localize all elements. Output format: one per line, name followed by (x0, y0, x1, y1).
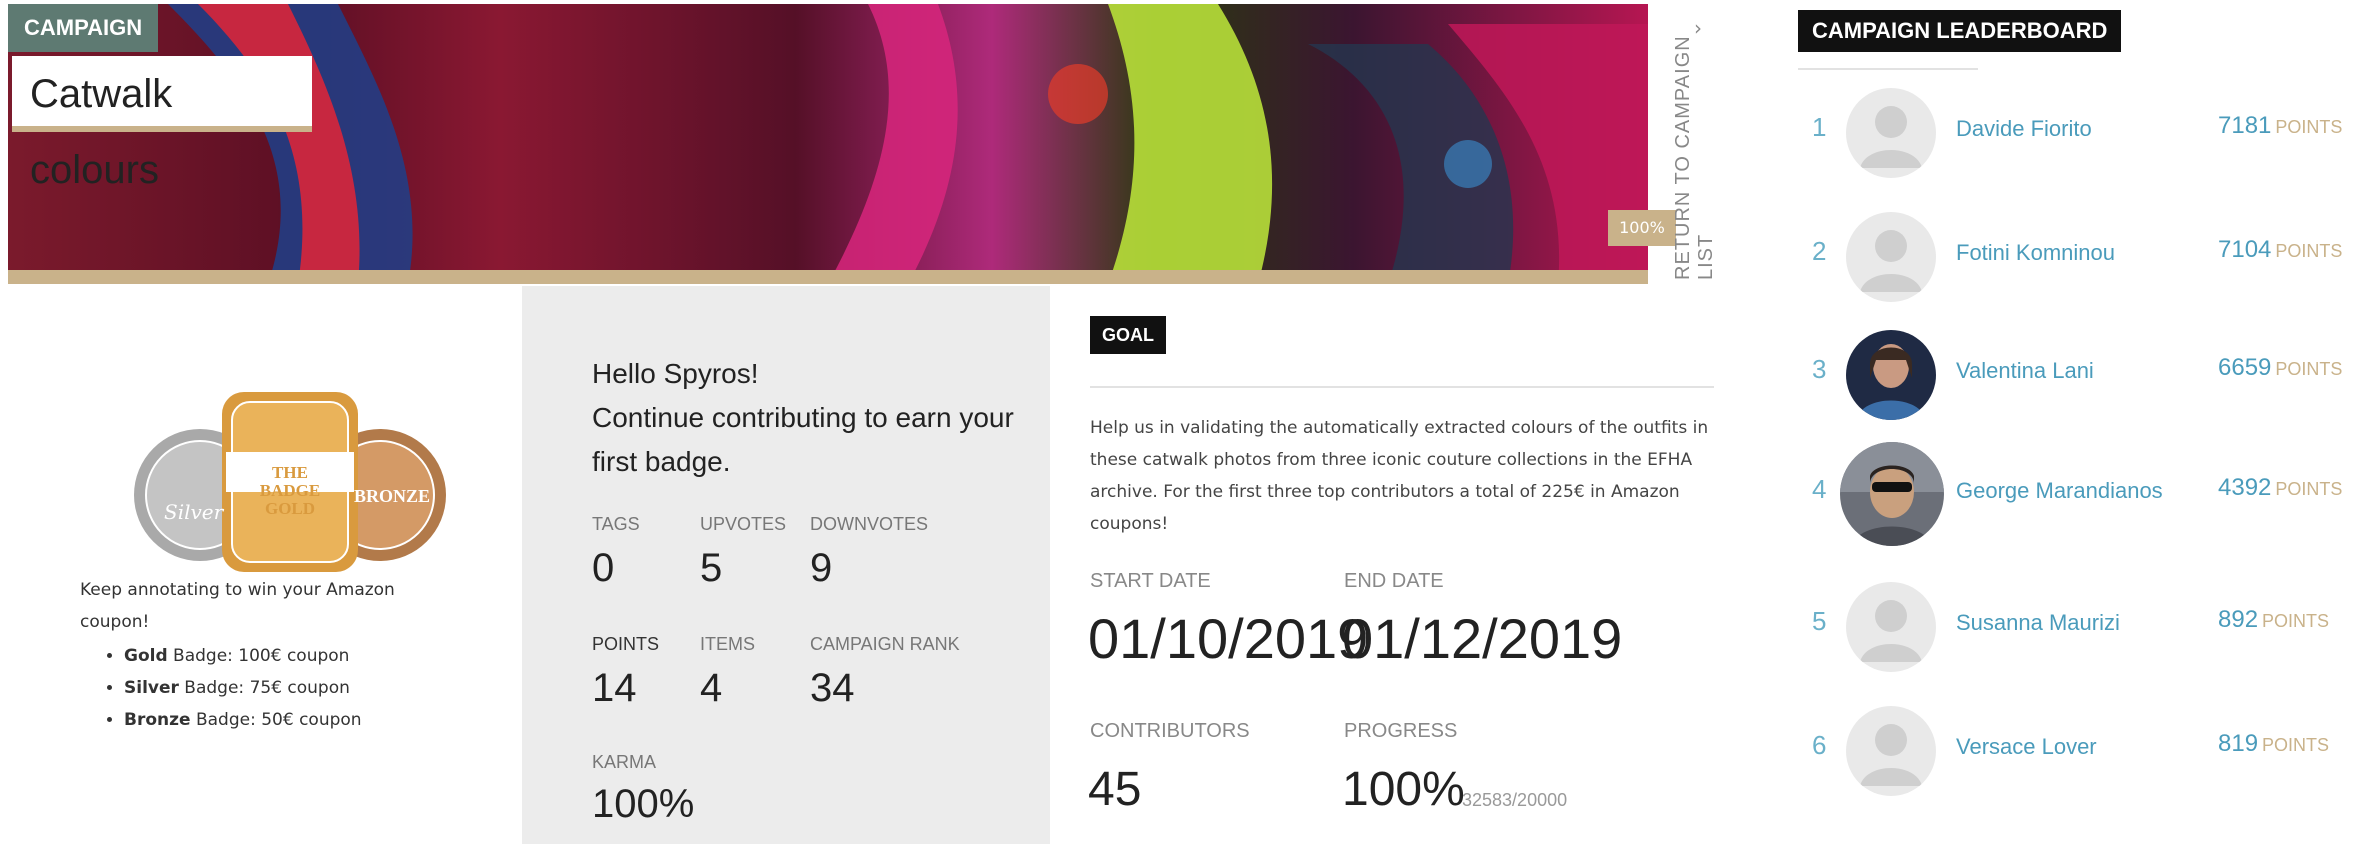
user-avatar-placeholder[interactable] (1846, 88, 1936, 178)
upvotes-label: UPVOTES (700, 514, 787, 534)
coupon-text: Badge: 50€ coupon (190, 710, 362, 730)
leaderboard-row: 1 Davide Fiorito 7181 POINTS (1798, 78, 2358, 188)
points-unit: POINTS (2262, 611, 2330, 631)
points-unit: POINTS (2275, 117, 2343, 137)
knit-texture-image (168, 4, 1648, 284)
user-greeting: Hello Spyros! (592, 358, 759, 389)
leaderboard-points: 4392 POINTS (2218, 474, 2342, 502)
coupon-list: Gold Badge: 100€ coupon Silver Badge: 75… (112, 640, 362, 736)
tags-value: 0 (592, 546, 615, 590)
campaign-rank-value: 34 (810, 666, 855, 710)
user-avatar-photo[interactable] (1840, 442, 1944, 546)
leaderboard-user-link[interactable]: Fotini Komninou (1956, 240, 2115, 266)
return-to-campaign-list-link[interactable]: RETURN TO CAMPAIGN LIST › (1672, 10, 1732, 285)
chevron-right-icon[interactable]: › (1694, 16, 1702, 40)
user-avatar-placeholder[interactable] (1846, 212, 1936, 302)
downvotes-value: 9 (810, 546, 833, 590)
leaderboard-user-link[interactable]: Versace Lover (1956, 734, 2097, 760)
campaign-rank-label: CAMPAIGN RANK (810, 634, 960, 654)
progress-value: 100% (1342, 763, 1465, 816)
leaderboard-row: 4 George Marandianos 4392 POINTS (1798, 440, 2358, 550)
leaderboard-points: 7181 POINTS (2218, 112, 2342, 140)
coupon-item: Silver Badge: 75€ coupon (124, 672, 362, 704)
points-number: 4392 (2218, 474, 2272, 501)
user-message: Continue contributing to earn your first… (592, 402, 1014, 477)
points-number: 7104 (2218, 236, 2272, 263)
banner-progress-bar (8, 270, 1648, 284)
leaderboard-points: 892 POINTS (2218, 606, 2329, 634)
items-value: 4 (700, 666, 723, 710)
karma-value: 100% (592, 782, 695, 826)
coupon-item: Bronze Badge: 50€ coupon (124, 704, 362, 736)
leaderboard-user-link[interactable]: Davide Fiorito (1956, 116, 2092, 142)
leaderboard-rank: 6 (1812, 730, 1827, 760)
bronze-badge-text: BRONZE (354, 486, 431, 506)
banner-progress-badge: 100% (1608, 210, 1676, 246)
badge-name: Gold (124, 646, 168, 666)
items-label: ITEMS (700, 634, 756, 654)
badge-name: Silver (124, 678, 179, 698)
goal-tag: GOAL (1090, 316, 1166, 354)
coupon-text: Badge: 100€ coupon (167, 646, 350, 666)
leaderboard-user-link[interactable]: George Marandianos (1956, 478, 2163, 504)
goal-description: Help us in validating the automatically … (1090, 418, 1709, 534)
points-unit: POINTS (2275, 479, 2343, 499)
coupon-item: Gold Badge: 100€ coupon (124, 640, 362, 672)
leaderboard-points: 819 POINTS (2218, 730, 2329, 758)
divider (1798, 68, 1978, 70)
leaderboard-user-link[interactable]: Susanna Maurizi (1956, 610, 2120, 636)
silver-badge-text: Silver (164, 500, 224, 524)
end-date-value: 01/12/2019 (1342, 607, 1623, 670)
points-number: 892 (2218, 606, 2259, 633)
points-value: 14 (592, 666, 637, 710)
leaderboard-user-link[interactable]: Valentina Lani (1956, 358, 2094, 384)
downvotes-label: DOWNVOTES (810, 514, 929, 534)
badges-illustration: Silver THE BADGE GOLD BRONZE (130, 380, 450, 600)
start-date-value: 01/10/2019 (1088, 607, 1369, 670)
leaderboard-row: 3 Valentina Lani 6659 POINTS (1798, 320, 2358, 430)
points-number: 819 (2218, 730, 2259, 757)
start-date-label: START DATE (1090, 570, 1211, 592)
coupon-text: Badge: 75€ coupon (178, 678, 350, 698)
progress-label: PROGRESS (1344, 720, 1458, 742)
return-link-label[interactable]: RETURN TO CAMPAIGN LIST (1672, 10, 1718, 280)
points-number: 6659 (2218, 354, 2272, 381)
campaign-banner-image (8, 4, 1648, 284)
tags-label: TAGS (592, 514, 640, 534)
user-avatar-placeholder[interactable] (1846, 582, 1936, 672)
points-unit: POINTS (2275, 241, 2343, 261)
leaderboard-rank: 1 (1812, 112, 1827, 142)
leaderboard-points: 7104 POINTS (2218, 236, 2342, 264)
campaign-title: Catwalk colours (12, 56, 312, 192)
user-greeting-block: Hello Spyros! Continue contributing to e… (592, 352, 1032, 484)
contributors-value: 45 (1088, 763, 1142, 816)
points-unit: POINTS (2275, 359, 2343, 379)
leaderboard-row: 5 Susanna Maurizi 892 POINTS (1798, 572, 2358, 682)
gold-badge-text: THE BADGE GOLD (259, 463, 321, 518)
divider (1090, 386, 1714, 388)
leaderboard-row: 6 Versace Lover 819 POINTS (1798, 696, 2358, 806)
leaderboard-rank: 4 (1812, 474, 1827, 504)
progress-detail: 32583/20000 (1462, 790, 1568, 810)
leaderboard-points: 6659 POINTS (2218, 354, 2342, 382)
end-date-label: END DATE (1344, 570, 1444, 592)
points-unit: POINTS (2262, 735, 2330, 755)
leaderboard-rank: 5 (1812, 606, 1827, 636)
karma-label: KARMA (592, 752, 657, 772)
user-avatar-placeholder[interactable] (1846, 706, 1936, 796)
campaign-tag: CAMPAIGN (8, 4, 159, 52)
leaderboard-title: CAMPAIGN LEADERBOARD (1798, 10, 2122, 52)
leaderboard-rank: 2 (1812, 236, 1827, 266)
user-avatar-photo[interactable] (1846, 330, 1936, 420)
badge-name: Bronze (124, 710, 191, 730)
points-label: POINTS (592, 634, 660, 654)
upvotes-value: 5 (700, 546, 723, 590)
contributors-label: CONTRIBUTORS (1090, 720, 1250, 742)
badge-info-text: Keep annotating to win your Amazon coupo… (80, 580, 395, 632)
leaderboard-row: 2 Fotini Komninou 7104 POINTS (1798, 202, 2358, 312)
user-stats-panel: Hello Spyros! Continue contributing to e… (522, 286, 1050, 844)
leaderboard-rank: 3 (1812, 354, 1827, 384)
points-number: 7181 (2218, 112, 2272, 139)
